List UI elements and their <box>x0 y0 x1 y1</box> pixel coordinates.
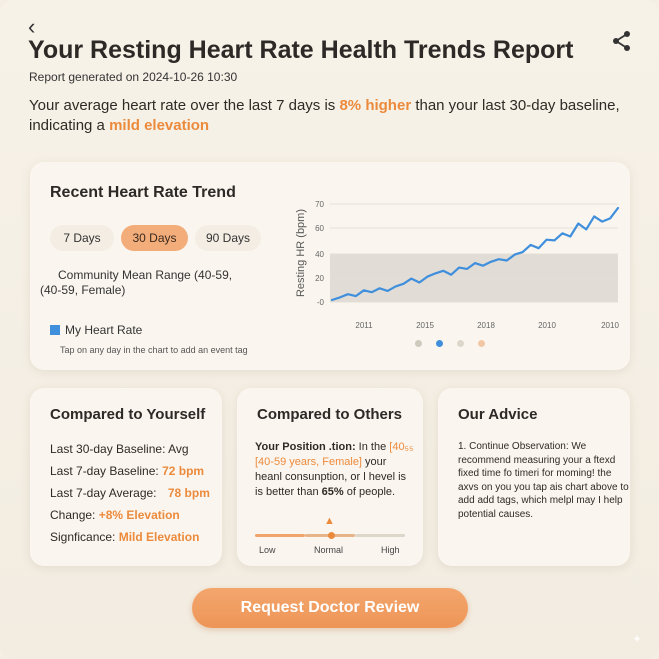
legend-label: My Heart Rate <box>65 323 143 337</box>
stat-label: Last 30-day Baseline: <box>50 442 169 456</box>
stat-row: Change: +8% Elevation <box>50 508 180 522</box>
request-doctor-review-button[interactable]: Request Doctor Review <box>192 588 468 628</box>
trend-title: Recent Heart Rate Trend <box>50 184 236 201</box>
stat-value: +8% Elevation <box>98 508 180 522</box>
scale-position-dot <box>328 532 335 539</box>
advice-text: 1. Continue Observation: We recommend me… <box>458 441 629 520</box>
x-tick-label: 2018 <box>477 321 495 330</box>
chart-legend: My Heart Rate <box>50 323 142 337</box>
position-text: Your Position .tion: In the [40₅₅ [40-59… <box>255 440 415 500</box>
position-text-1: In the <box>355 441 390 453</box>
stat-row: Last 30-day Baseline: Avg <box>50 442 189 456</box>
sparkle-icon: ✦ <box>632 632 643 646</box>
stat-label: Last 7-day Average: <box>50 486 160 500</box>
position-text-3: of people. <box>343 486 396 498</box>
scale-label-low: Low <box>259 545 276 555</box>
range-30-days[interactable]: 30 Days <box>121 225 188 251</box>
compared-to-yourself-card: Compared to Yourself Last 30-day Baselin… <box>30 388 222 566</box>
summary-highlight-status: mild elevation <box>109 117 210 134</box>
pager-dot[interactable] <box>415 340 422 347</box>
stat-row: Last 7-day Average: 78 bpm <box>50 486 210 500</box>
card-title: Compared to Yourself <box>50 406 206 423</box>
stat-row: Last 7-day Baseline: 72 bpm <box>50 464 204 478</box>
stat-label: Signficance: <box>50 530 119 544</box>
x-tick-label: 2015 <box>416 321 434 330</box>
report-timestamp: Report generated on 2024-10-26 10:30 <box>29 70 238 84</box>
community-range-label: Community Mean Range (40-59, (40-59, Fem… <box>40 268 233 297</box>
summary-text: Your average heart rate over the last 7 … <box>29 96 629 136</box>
report-screen: ‹ Your Resting Heart Rate Health Trends … <box>0 0 659 659</box>
stat-value: 78 bpm <box>167 486 210 500</box>
stat-row: Signficance: Mild Elevation <box>50 530 199 544</box>
advice-card: Our Advice 1. Continue Observation: We r… <box>438 388 630 566</box>
stat-value: Mild Elevation <box>118 530 200 544</box>
range-7-days[interactable]: 7 Days <box>50 225 114 251</box>
x-tick-label: 2011 <box>355 321 373 330</box>
pager-dot[interactable] <box>478 340 485 347</box>
scale-label-high: High <box>381 545 400 555</box>
scale-label-normal: Normal <box>314 545 344 555</box>
range-90-days[interactable]: 90 Days <box>195 225 261 251</box>
y-tick-label: 60 <box>315 224 324 233</box>
y-tick-label: -0 <box>317 298 325 307</box>
scale-low-segment <box>255 534 305 537</box>
position-percent: 65% <box>321 486 344 498</box>
share-icon[interactable] <box>611 30 633 52</box>
up-marker-icon: ▲ <box>324 515 335 527</box>
y-axis-label: Resting HR (bpm) <box>295 209 307 297</box>
tap-hint: Tap on any day in the chart to add an ev… <box>60 345 248 355</box>
y-tick-label: 20 <box>315 274 324 283</box>
y-tick-label: 70 <box>315 200 324 209</box>
summary-prefix: Your average heart rate over the last 7 … <box>29 97 340 114</box>
x-tick-label: 2010 <box>538 321 556 330</box>
stat-value: 72 bpm <box>162 464 205 478</box>
trend-card: Recent Heart Rate Trend 7 Days 30 Days 9… <box>30 162 630 370</box>
chart-pager <box>415 340 485 347</box>
pager-dot[interactable] <box>457 340 464 347</box>
compared-to-others-card: Compared to Others Your Position .tion: … <box>237 388 423 566</box>
stat-value: Avg <box>168 442 189 456</box>
x-tick-label: 2010 <box>601 321 619 330</box>
percentile-scale <box>255 532 405 539</box>
y-tick-label: 40 <box>315 250 324 259</box>
card-title: Compared to Others <box>257 406 403 423</box>
position-label: Your Position .tion: <box>255 441 356 453</box>
heart-rate-chart[interactable]: Resting HR (bpm) -0 20 40 60 70 2011 2015 2018 20… <box>292 192 622 332</box>
legend-swatch <box>50 325 60 335</box>
scale-high-segment <box>355 534 405 537</box>
pager-dot-active[interactable] <box>436 340 443 347</box>
stat-label: Change: <box>50 508 99 522</box>
page-title: Your Resting Heart Rate Health Trends Re… <box>28 36 574 64</box>
summary-highlight-percent: 8% higher <box>339 97 412 114</box>
stat-label: Last 7-day Baseline: <box>50 464 163 478</box>
card-title: Our Advice <box>458 406 538 423</box>
